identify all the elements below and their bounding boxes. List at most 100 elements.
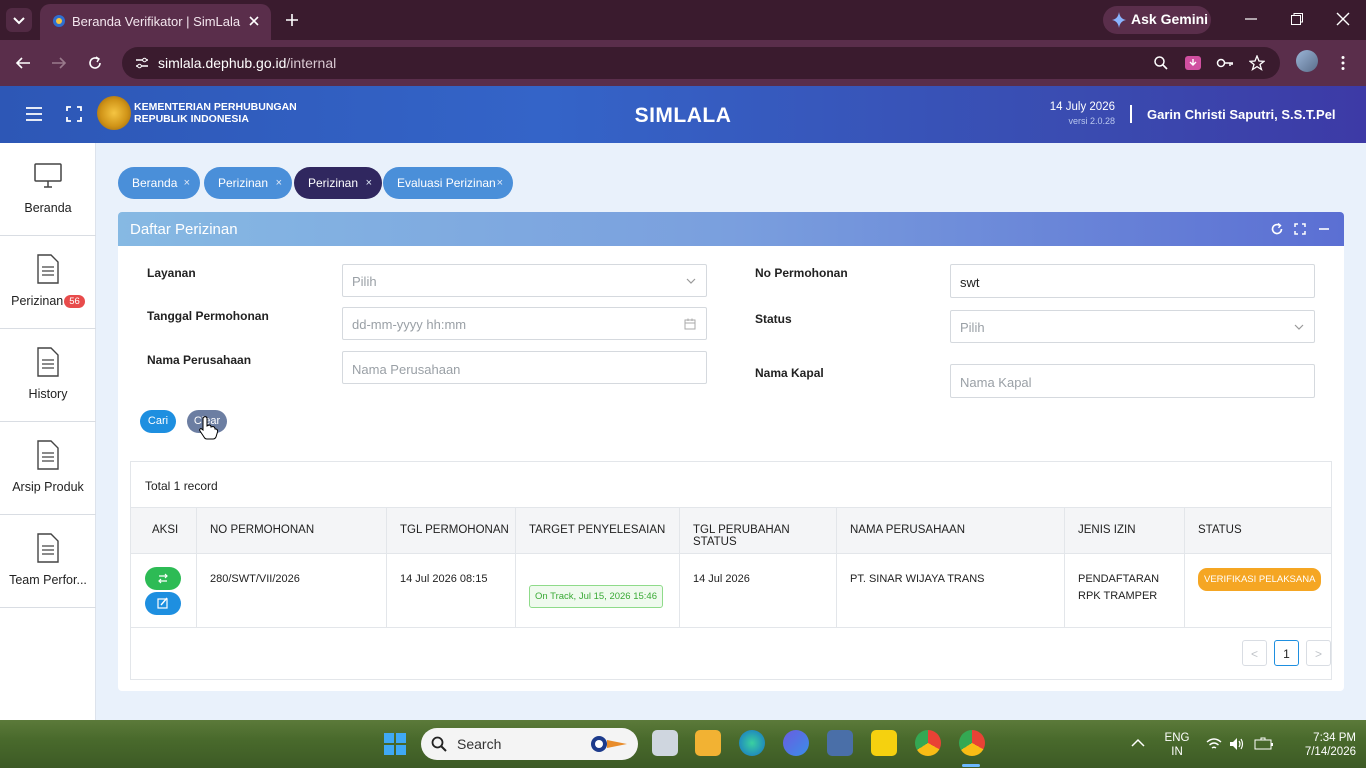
tab-label: Evaluasi Perizinan bbox=[397, 176, 496, 190]
tgl-perubahan-cell: 14 Jul 2026 bbox=[680, 553, 837, 628]
tab-label: Perizinan bbox=[308, 176, 359, 190]
password-key-icon[interactable] bbox=[1216, 55, 1234, 71]
new-tab-icon[interactable] bbox=[284, 12, 300, 28]
sidebar-item-beranda[interactable]: Beranda bbox=[0, 143, 96, 236]
close-window-icon[interactable] bbox=[1336, 12, 1350, 26]
battery-icon[interactable] bbox=[1254, 737, 1274, 751]
panel-header: Daftar Perizinan bbox=[118, 212, 1344, 246]
expand-icon[interactable] bbox=[1294, 223, 1306, 235]
document-icon bbox=[37, 347, 59, 377]
column-header[interactable]: NAMA PERUSAHAAN bbox=[837, 507, 1065, 553]
chevron-down-icon bbox=[686, 278, 696, 284]
user-name[interactable]: Garin Christi Saputri, S.S.T.Pel bbox=[1147, 107, 1336, 122]
nama-perusahaan-input[interactable]: Nama Perusahaan bbox=[342, 351, 707, 384]
calendar-icon[interactable] bbox=[684, 318, 696, 330]
browser-tab[interactable]: Beranda Verifikator | SimLala bbox=[40, 4, 271, 40]
site-info-icon[interactable] bbox=[134, 55, 150, 71]
sidebar-item-team-performance[interactable]: Team Perfor... bbox=[0, 515, 96, 608]
sticky-notes-icon[interactable] bbox=[871, 730, 897, 756]
total-records: Total 1 record bbox=[145, 479, 218, 493]
more-menu-icon[interactable] bbox=[1336, 55, 1350, 71]
nama-kapal-input[interactable]: Nama Kapal bbox=[950, 364, 1315, 398]
monitor-icon bbox=[34, 163, 62, 188]
pagination-page-1[interactable]: 1 bbox=[1274, 640, 1299, 666]
tab-close-icon[interactable]: × bbox=[366, 177, 372, 189]
taskbar-search-label: Search bbox=[457, 736, 502, 752]
tanggal-permohonan-label: Tanggal Permohonan bbox=[147, 309, 269, 323]
bookmark-star-icon[interactable] bbox=[1249, 55, 1265, 71]
tab-close-icon[interactable]: × bbox=[184, 177, 190, 189]
install-app-icon[interactable] bbox=[1184, 55, 1202, 71]
tgl-permohonan-cell: 14 Jul 2026 08:15 bbox=[387, 553, 516, 628]
reload-icon[interactable] bbox=[87, 55, 103, 71]
tab-label: Perizinan bbox=[218, 176, 269, 190]
task-view-icon[interactable] bbox=[652, 730, 678, 756]
chrome-profile-icon[interactable] bbox=[959, 730, 985, 756]
zoom-icon[interactable] bbox=[1153, 55, 1169, 71]
column-header[interactable]: STATUS bbox=[1185, 507, 1331, 553]
restore-icon[interactable] bbox=[1290, 12, 1304, 26]
volume-icon[interactable] bbox=[1229, 737, 1245, 751]
file-explorer-icon[interactable] bbox=[695, 730, 721, 756]
language-indicator[interactable]: ENG IN bbox=[1160, 731, 1194, 759]
change-status-button[interactable] bbox=[145, 567, 181, 590]
sidebar-item-label: Beranda bbox=[24, 201, 72, 215]
app-icon[interactable] bbox=[783, 730, 809, 756]
tab-search-dropdown[interactable] bbox=[6, 8, 32, 32]
back-icon[interactable] bbox=[15, 55, 31, 71]
tab-close-icon[interactable]: × bbox=[497, 177, 503, 189]
nama-perusahaan-cell: PT. SINAR WIJAYA TRANS bbox=[837, 553, 1065, 628]
tab-beranda[interactable]: Beranda × bbox=[118, 167, 200, 199]
sidebar: Beranda Perizinan 56 History Arsip Produk… bbox=[0, 143, 96, 720]
address-bar[interactable]: simlala.dephub.go.id/internal bbox=[122, 47, 1280, 79]
edit-icon bbox=[157, 597, 168, 609]
url-domain: simlala.dephub.go.id bbox=[158, 55, 287, 71]
no-permohonan-value: swt bbox=[960, 275, 980, 290]
tanggal-permohonan-input[interactable]: dd-mm-yyyy hh:mm bbox=[342, 307, 707, 340]
wifi-icon[interactable] bbox=[1206, 737, 1222, 751]
column-header[interactable]: TGL PERUBAHAN STATUS bbox=[680, 507, 837, 553]
document-icon bbox=[37, 254, 59, 284]
profile-avatar[interactable] bbox=[1296, 50, 1318, 72]
column-header: AKSI bbox=[131, 507, 197, 553]
document-icon bbox=[37, 533, 59, 563]
tab-evaluasi-perizinan[interactable]: Evaluasi Perizinan × bbox=[383, 167, 513, 199]
tab-close-icon[interactable]: × bbox=[276, 177, 282, 189]
sidebar-item-arsip-produk[interactable]: Arsip Produk bbox=[0, 422, 96, 515]
windows-start-icon[interactable] bbox=[384, 733, 406, 755]
column-header[interactable]: TGL PERMOHONAN bbox=[387, 507, 516, 553]
tab-perizinan-active[interactable]: Perizinan × bbox=[294, 167, 382, 199]
app-version: versi 2.0.28 bbox=[1068, 116, 1115, 126]
close-tab-icon[interactable] bbox=[248, 15, 260, 27]
no-permohonan-input[interactable]: swt bbox=[950, 264, 1315, 298]
sidebar-item-history[interactable]: History bbox=[0, 329, 96, 422]
status-badge: VERIFIKASI PELAKSANA bbox=[1198, 568, 1322, 591]
column-header[interactable]: JENIS IZIN bbox=[1065, 507, 1185, 553]
refresh-icon[interactable] bbox=[1271, 223, 1283, 235]
clock[interactable]: 7:34 PM 7/14/2026 bbox=[1284, 731, 1356, 759]
sidebar-item-perizinan[interactable]: Perizinan 56 bbox=[0, 236, 96, 329]
url-path: /internal bbox=[286, 55, 337, 71]
taskbar-search[interactable]: Search bbox=[421, 728, 638, 760]
search-highlight-icon bbox=[591, 736, 627, 752]
tab-perizinan[interactable]: Perizinan × bbox=[204, 167, 292, 199]
layanan-select[interactable]: Pilih bbox=[342, 264, 707, 297]
pagination-next[interactable]: > bbox=[1306, 640, 1331, 666]
ask-gemini-button[interactable]: Ask Gemini bbox=[1103, 6, 1211, 34]
edit-button[interactable] bbox=[145, 592, 181, 615]
minimize-panel-icon[interactable] bbox=[1318, 223, 1330, 235]
sidebar-item-label: Arsip Produk bbox=[12, 480, 84, 494]
minimize-icon[interactable] bbox=[1244, 12, 1258, 26]
swap-icon bbox=[158, 573, 168, 584]
camera-app-icon[interactable] bbox=[827, 730, 853, 756]
edge-icon[interactable] bbox=[739, 730, 765, 756]
status-cell: VERIFIKASI PELAKSANA bbox=[1185, 553, 1331, 628]
column-header[interactable]: TARGET PENYELESAIAN bbox=[516, 507, 680, 553]
chevron-up-icon[interactable] bbox=[1131, 738, 1145, 748]
pagination-prev[interactable]: < bbox=[1242, 640, 1267, 666]
forward-icon[interactable] bbox=[51, 55, 67, 71]
column-header[interactable]: NO PERMOHONAN bbox=[197, 507, 387, 553]
status-select[interactable]: Pilih bbox=[950, 310, 1315, 343]
cari-button[interactable]: Cari bbox=[140, 410, 176, 433]
chrome-icon[interactable] bbox=[915, 730, 941, 756]
